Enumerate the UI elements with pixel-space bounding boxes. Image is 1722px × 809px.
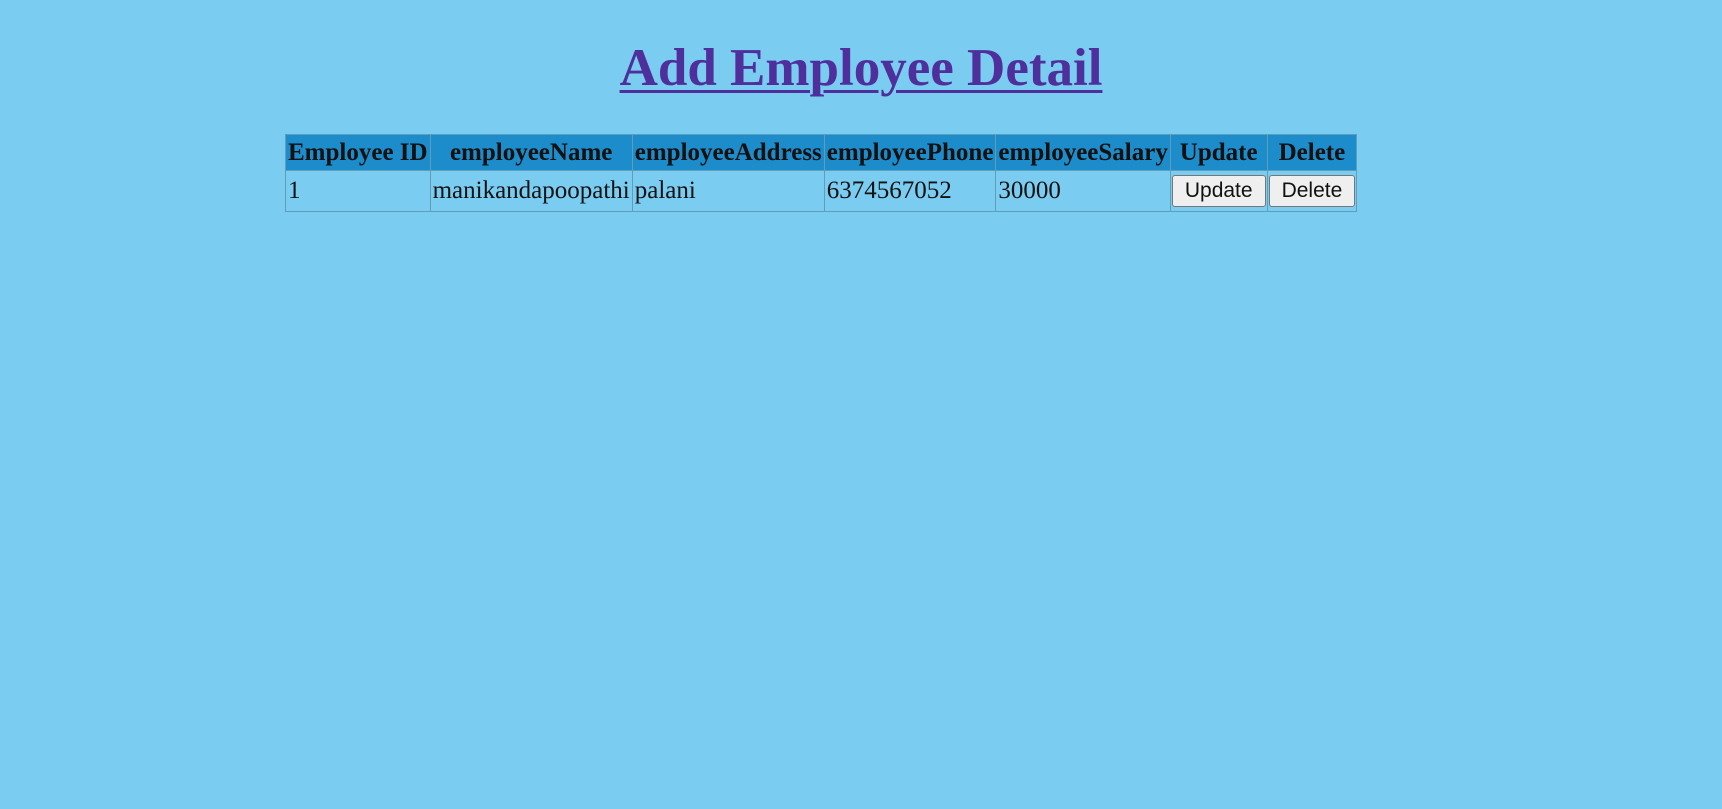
- delete-button[interactable]: Delete: [1268, 175, 1356, 207]
- header-update: Update: [1169, 134, 1268, 171]
- update-button[interactable]: Update: [1171, 175, 1266, 207]
- cell-employee-salary: 30000: [995, 170, 1171, 212]
- cell-employee-name: manikandapoopathi: [429, 170, 633, 212]
- header-employee-name: employeeName: [429, 134, 633, 171]
- add-employee-link[interactable]: Add Employee Detail: [620, 39, 1103, 97]
- header-employee-address: employeeAddress: [631, 134, 825, 171]
- employee-table: Employee ID employeeName employeeAddress…: [285, 134, 1358, 212]
- cell-employee-phone: 6374567052: [823, 170, 997, 212]
- cell-delete: Delete: [1266, 170, 1358, 212]
- header-employee-phone: employeePhone: [823, 134, 997, 171]
- header-employee-id: Employee ID: [285, 134, 431, 171]
- table-header-row: Employee ID employeeName employeeAddress…: [285, 134, 1358, 171]
- table-row: 1 manikandapoopathi palani 6374567052 30…: [285, 170, 1358, 212]
- cell-update: Update: [1169, 170, 1268, 212]
- header-employee-salary: employeeSalary: [995, 134, 1171, 171]
- cell-employee-id: 1: [285, 170, 431, 212]
- cell-employee-address: palani: [631, 170, 825, 212]
- header-delete: Delete: [1266, 134, 1358, 171]
- page-title: Add Employee Detail: [0, 36, 1722, 100]
